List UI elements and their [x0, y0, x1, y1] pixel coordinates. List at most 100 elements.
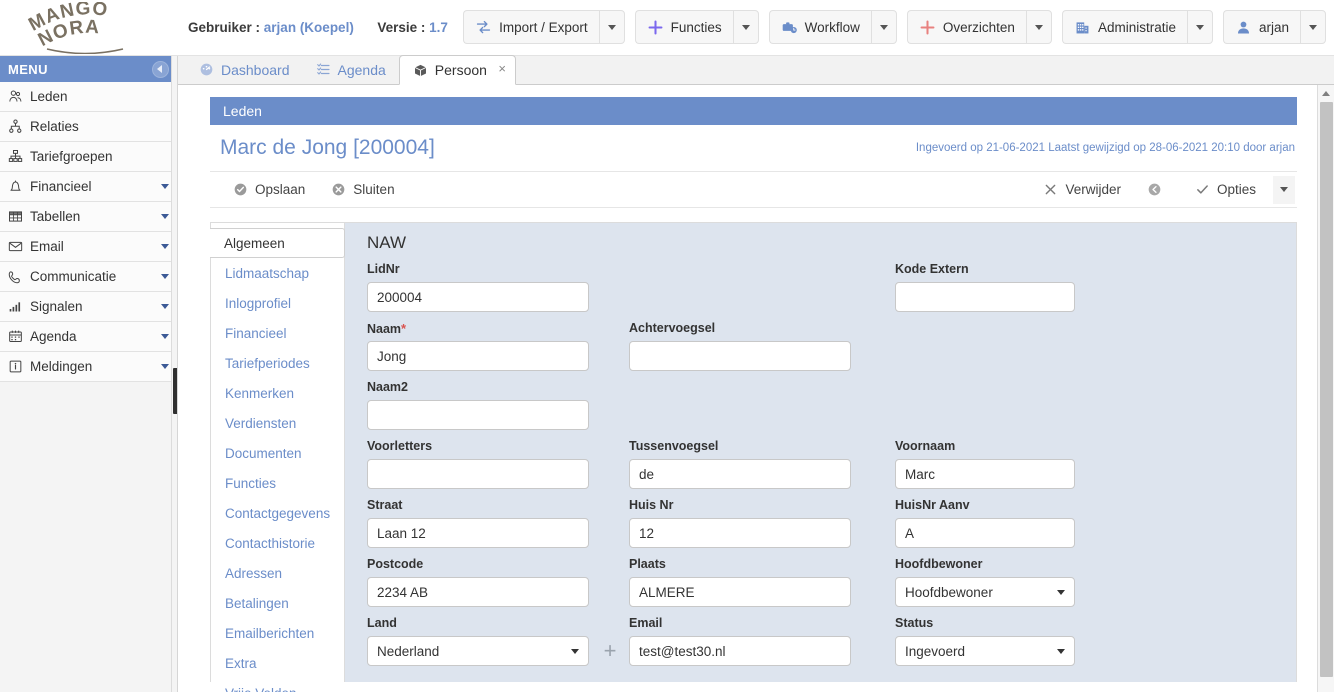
- main-toolbar: Import / Export Functies Workflow Overzi…: [453, 10, 1326, 44]
- sidebar-item-communicatie[interactable]: Communicatie: [0, 262, 177, 292]
- hoofdbewoner-value: Hoofdbewoner: [905, 584, 993, 600]
- field-status: Status Ingevoerd: [895, 616, 1075, 666]
- opties-dropdown[interactable]: [1273, 175, 1295, 204]
- postcode-input[interactable]: 2234 AB: [367, 577, 589, 607]
- kode-extern-input[interactable]: [895, 282, 1075, 312]
- vtab-label: Contacthistorie: [225, 535, 316, 551]
- tab-label: Dashboard: [221, 61, 290, 78]
- sidebar-item-financieel[interactable]: Financieel: [0, 172, 177, 202]
- vtab-lidmaatschap[interactable]: Lidmaatschap: [211, 258, 344, 288]
- status-select[interactable]: Ingevoerd: [895, 636, 1075, 666]
- chevron-down-icon: [161, 184, 169, 189]
- workflow-button[interactable]: Workflow: [768, 10, 871, 44]
- vtab-financieel[interactable]: Financieel: [211, 318, 344, 348]
- chevron-down-icon: [161, 334, 169, 339]
- administratie-dropdown[interactable]: [1186, 10, 1213, 44]
- vtab-documenten[interactable]: Documenten: [211, 438, 344, 468]
- gebruiker-label: Gebruiker :: [188, 20, 261, 35]
- tab-dashboard[interactable]: Dashboard: [186, 55, 303, 84]
- administratie-button[interactable]: Administratie: [1061, 10, 1187, 44]
- tab-close-icon[interactable]: ×: [498, 62, 506, 75]
- voorletters-input[interactable]: [367, 459, 589, 489]
- info-icon: [9, 360, 22, 373]
- lidnr-input[interactable]: 200004: [367, 282, 589, 312]
- opslaan-button[interactable]: Opslaan: [220, 176, 318, 204]
- sidebar-item-relaties[interactable]: Relaties: [0, 112, 177, 142]
- sidebar-item-tabellen[interactable]: Tabellen: [0, 202, 177, 232]
- vtab-contacthistorie[interactable]: Contacthistorie: [211, 528, 344, 558]
- add-land-button[interactable]: +: [599, 636, 621, 666]
- import-export-dropdown[interactable]: [598, 10, 625, 44]
- sidebar-item-signalen[interactable]: Signalen: [0, 292, 177, 322]
- huisnr-aanv-input[interactable]: A: [895, 518, 1075, 548]
- sidebar-item-email[interactable]: Email: [0, 232, 177, 262]
- functies-button[interactable]: Functies: [634, 10, 733, 44]
- versie-label: Versie :: [377, 20, 426, 35]
- sidebar-item-label: Meldingen: [30, 359, 93, 374]
- sidebar-collapse-button[interactable]: [152, 60, 169, 78]
- tab-agenda[interactable]: Agenda: [303, 55, 399, 84]
- vtab-betalingen[interactable]: Betalingen: [211, 588, 344, 618]
- chevron-down-icon: [1280, 187, 1288, 192]
- land-label: Land: [367, 616, 397, 630]
- scrollbar-up-button[interactable]: [1318, 85, 1334, 102]
- naam2-input[interactable]: [367, 400, 589, 430]
- tussenvoegsel-input[interactable]: de: [629, 459, 851, 489]
- huisnr-input[interactable]: 12: [629, 518, 851, 548]
- sidebar-item-tariefgroepen[interactable]: Tariefgroepen: [0, 142, 177, 172]
- back-button[interactable]: [1134, 176, 1182, 204]
- bars-icon: [9, 302, 21, 312]
- workflow-dropdown[interactable]: [870, 10, 897, 44]
- vtab-tariefperiodes[interactable]: Tariefperiodes: [211, 348, 344, 378]
- vtab-verdiensten[interactable]: Verdiensten: [211, 408, 344, 438]
- vtab-functies[interactable]: Functies: [211, 468, 344, 498]
- vtab-contactgegevens[interactable]: Contactgegevens: [211, 498, 344, 528]
- vtab-adressen[interactable]: Adressen: [211, 558, 344, 588]
- overzichten-button[interactable]: Overzichten: [906, 10, 1026, 44]
- tab-persoon[interactable]: Persoon ×: [398, 55, 516, 85]
- field-plaats: Plaats ALMERE: [629, 557, 855, 607]
- user-info-bar: Gebruiker : arjan (Koepel) Versie : 1.7: [188, 20, 448, 35]
- grid-spacer: [593, 380, 629, 439]
- vtab-label: Documenten: [225, 445, 302, 461]
- chevron-down-icon: [161, 244, 169, 249]
- toolbar-group-overzichten: Overzichten: [906, 10, 1052, 44]
- overzichten-dropdown[interactable]: [1025, 10, 1052, 44]
- achtervoegsel-input[interactable]: [629, 341, 851, 371]
- sidebar-item-agenda[interactable]: Agenda: [0, 322, 177, 352]
- user-menu-button[interactable]: arjan: [1222, 10, 1300, 44]
- vtab-extra[interactable]: Extra: [211, 648, 344, 678]
- functies-dropdown[interactable]: [732, 10, 759, 44]
- sluiten-button[interactable]: Sluiten: [318, 176, 407, 204]
- opties-button[interactable]: Opties: [1182, 176, 1269, 204]
- content-scrollbar[interactable]: [1317, 85, 1334, 692]
- land-select[interactable]: Nederland: [367, 636, 589, 666]
- vtab-vrije-velden[interactable]: Vrije Velden: [211, 678, 344, 692]
- field-achtervoegsel: Achtervoegsel: [629, 321, 855, 371]
- straat-input[interactable]: Laan 12: [367, 518, 589, 548]
- email-input[interactable]: test@test30.nl: [629, 636, 851, 666]
- sidebar-scrollbar[interactable]: [171, 56, 177, 692]
- grid-spacer: [855, 262, 895, 321]
- sidebar-item-leden[interactable]: Leden: [0, 82, 177, 112]
- naam-label: Naam*: [367, 321, 593, 337]
- vtab-inlogprofiel[interactable]: Inlogprofiel: [211, 288, 344, 318]
- vtab-algemeen[interactable]: Algemeen: [210, 228, 345, 258]
- hoofdbewoner-select[interactable]: Hoofdbewoner: [895, 577, 1075, 607]
- vtab-emailberichten[interactable]: Emailberichten: [211, 618, 344, 648]
- naam-input[interactable]: Jong: [367, 341, 589, 371]
- sidebar-item-meldingen[interactable]: Meldingen: [0, 352, 177, 382]
- voornaam-input[interactable]: Marc: [895, 459, 1075, 489]
- naam-label-text: Naam: [367, 322, 402, 336]
- close-circle-icon: [332, 183, 345, 196]
- scrollbar-thumb[interactable]: [1320, 102, 1333, 677]
- field-postcode: Postcode 2234 AB: [367, 557, 593, 607]
- record-title-row: Marc de Jong [200004] Ingevoerd op 21-06…: [210, 125, 1297, 172]
- sidebar-item-label: Communicatie: [30, 269, 117, 284]
- verwijder-button[interactable]: Verwijder: [1030, 176, 1134, 204]
- plaats-input[interactable]: ALMERE: [629, 577, 851, 607]
- import-export-button[interactable]: Import / Export: [463, 10, 599, 44]
- vtab-kenmerken[interactable]: Kenmerken: [211, 378, 344, 408]
- huisnr-aanv-label: HuisNr Aanv: [895, 498, 970, 512]
- user-menu-dropdown[interactable]: [1300, 10, 1326, 44]
